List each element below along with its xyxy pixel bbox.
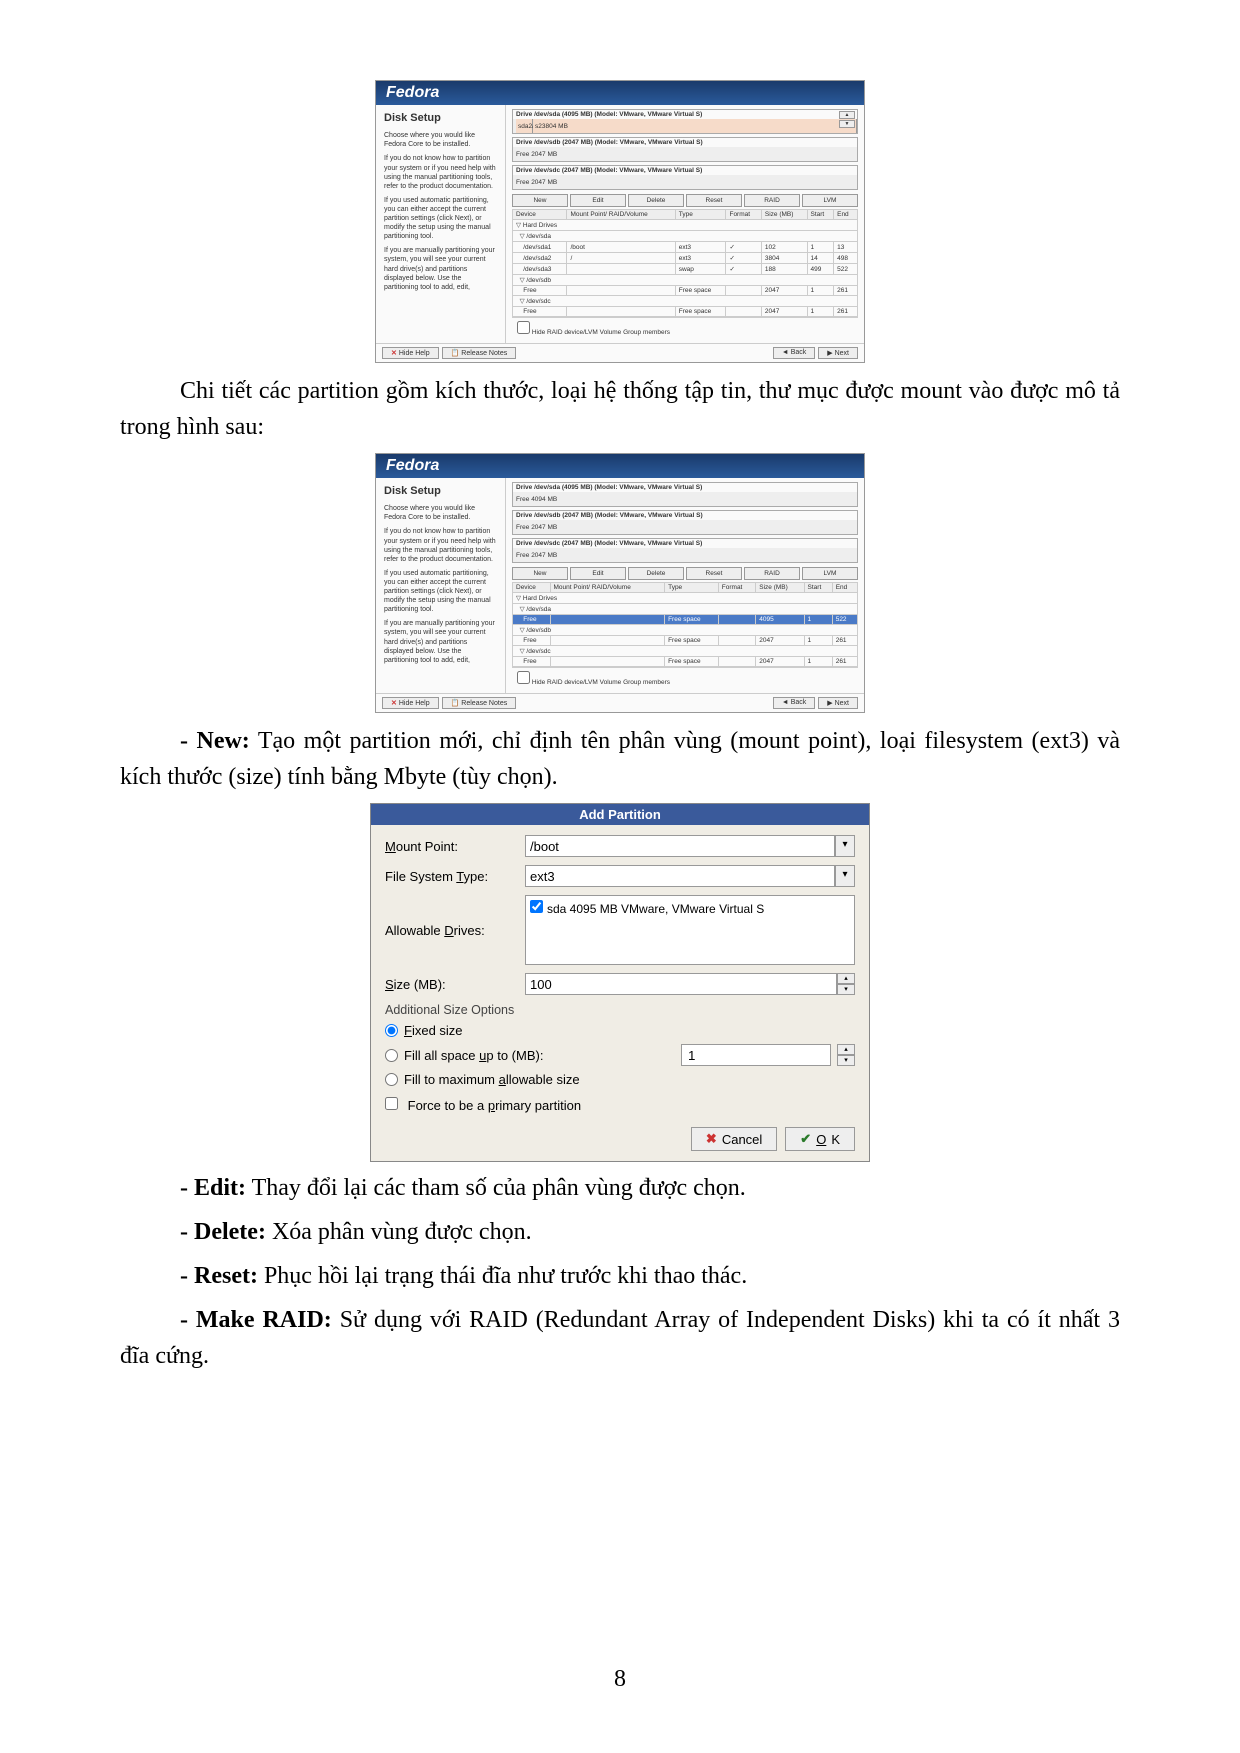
table-row[interactable]: /dev/sda3swap✓188499522 xyxy=(513,264,858,275)
drive-list[interactable]: sda 4095 MB VMware, VMware Virtual S xyxy=(525,895,855,965)
mount-point-input[interactable] xyxy=(525,835,835,857)
drive-checkbox-sda[interactable] xyxy=(530,900,543,913)
fedora-screenshot-2: Fedora Disk Setup Choose where you would… xyxy=(375,453,865,713)
new-button[interactable]: New xyxy=(512,567,568,580)
fstype-label: File System Type: xyxy=(385,869,525,884)
partition-table: Device Mount Point/ RAID/Volume Type For… xyxy=(512,582,858,667)
section-additional-size: Additional Size Options xyxy=(385,1003,855,1017)
table-row[interactable]: FreeFree space20471261 xyxy=(513,657,858,667)
reset-button[interactable]: Reset xyxy=(686,567,742,580)
paragraph-1: Chi tiết các partition gồm kích thước, l… xyxy=(120,373,1120,445)
table-row[interactable]: ▽ /dev/sdb xyxy=(513,275,858,286)
drive-bar-sdb: Drive /dev/sdb (2047 MB) (Model: VMware,… xyxy=(512,510,858,535)
edit-button[interactable]: Edit xyxy=(570,567,626,580)
next-button[interactable]: ▶ Next xyxy=(818,697,858,709)
table-row[interactable]: ▽ /dev/sda xyxy=(513,231,858,242)
table-row[interactable]: FreeFree space20471261 xyxy=(513,636,858,646)
size-input[interactable] xyxy=(525,973,837,995)
drive-bar-sdb: Drive /dev/sdb (2047 MB) (Model: VMware,… xyxy=(512,137,858,162)
paragraph-raid: - Make RAID: Sử dụng với RAID (Redundant… xyxy=(120,1302,1120,1374)
chevron-down-icon[interactable]: ▾ xyxy=(835,865,855,887)
table-row[interactable]: ▽ /dev/sda xyxy=(513,604,858,615)
partition-panel: Drive /dev/sda (4095 MB) (Model: VMware,… xyxy=(506,105,864,343)
hide-raid-checkbox[interactable] xyxy=(517,321,530,334)
add-partition-dialog: Add Partition Mount Point: ▾ File System… xyxy=(370,803,870,1162)
hide-help-button[interactable]: ✕Hide Help xyxy=(382,697,439,709)
drive-bar-sda: Drive /dev/sda (4095 MB) (Model: VMware,… xyxy=(512,482,858,507)
page-number: 8 xyxy=(0,1666,1240,1693)
reset-button[interactable]: Reset xyxy=(686,194,742,207)
table-row[interactable]: ▽ /dev/sdc xyxy=(513,296,858,307)
table-row[interactable]: ▽ /dev/sdb xyxy=(513,625,858,636)
drives-label: Allowable Drives: xyxy=(385,923,525,938)
cancel-button[interactable]: ✖ Cancel xyxy=(691,1127,777,1151)
drive-bar-sdc: Drive /dev/sdc (2047 MB) (Model: VMware,… xyxy=(512,538,858,563)
paragraph-edit: - Edit: Thay đổi lại các tham số của phâ… xyxy=(180,1170,1120,1206)
ok-icon: ✔ xyxy=(800,1131,811,1147)
release-notes-button[interactable]: 📋 Release Notes xyxy=(442,347,517,359)
ok-button[interactable]: ✔ OK xyxy=(785,1127,855,1151)
new-button[interactable]: New xyxy=(512,194,568,207)
panel-title: Disk Setup xyxy=(384,484,497,498)
paragraph-new: - New: Tạo một partition mới, chỉ định t… xyxy=(120,723,1120,795)
chevron-down-icon[interactable]: ▾ xyxy=(835,835,855,857)
fixed-size-radio[interactable] xyxy=(385,1024,398,1037)
back-button[interactable]: ◄ Back xyxy=(773,347,815,359)
help-panel: Disk Setup Choose where you would like F… xyxy=(376,105,506,343)
fedora-brand: Fedora xyxy=(376,81,864,105)
release-notes-button[interactable]: 📋 Release Notes xyxy=(442,697,517,709)
table-row[interactable]: ▽ /dev/sdc xyxy=(513,646,858,657)
table-row-selected[interactable]: FreeFree space40951522 xyxy=(513,615,858,625)
drive-bar-sdc: Drive /dev/sdc (2047 MB) (Model: VMware,… xyxy=(512,165,858,190)
table-row[interactable]: ▽ Hard Drives xyxy=(513,220,858,231)
fill-max-label: Fill to maximum allowable size xyxy=(404,1072,580,1087)
lvm-button[interactable]: LVM xyxy=(802,567,858,580)
table-row[interactable]: ▽ Hard Drives xyxy=(513,593,858,604)
fill-max-radio[interactable] xyxy=(385,1073,398,1086)
edit-button[interactable]: Edit xyxy=(570,194,626,207)
raid-button[interactable]: RAID xyxy=(744,567,800,580)
fill-up-input[interactable] xyxy=(681,1044,831,1066)
table-row[interactable]: /dev/sda2/ext3✓380414498 xyxy=(513,253,858,264)
fstype-input[interactable] xyxy=(525,865,835,887)
delete-button[interactable]: Delete xyxy=(628,194,684,207)
partition-table: Device Mount Point/ RAID/Volume Type For… xyxy=(512,209,858,317)
help-panel: Disk Setup Choose where you would like F… xyxy=(376,478,506,693)
paragraph-reset: - Reset: Phục hồi lại trạng thái đĩa như… xyxy=(180,1258,1120,1294)
fill-up-label: Fill all space up to (MB): xyxy=(404,1048,543,1063)
size-label: Size (MB): xyxy=(385,977,525,992)
hide-raid-checkbox[interactable] xyxy=(517,671,530,684)
primary-checkbox[interactable] xyxy=(385,1097,398,1110)
back-button[interactable]: ◄ Back xyxy=(773,697,815,709)
table-row[interactable]: FreeFree space20471261 xyxy=(513,307,858,317)
mount-point-label: Mount Point: xyxy=(385,839,525,854)
primary-label: Force to be a primary partition xyxy=(408,1098,581,1113)
fill-up-spinner[interactable]: ▴▾ xyxy=(837,1044,855,1066)
paragraph-delete: - Delete: Xóa phân vùng được chọn. xyxy=(180,1214,1120,1250)
hide-help-button[interactable]: ✕Hide Help xyxy=(382,347,439,359)
next-button[interactable]: ▶ Next xyxy=(818,347,858,359)
fill-up-radio[interactable] xyxy=(385,1049,398,1062)
fedora-screenshot-1: Fedora Disk Setup Choose where you would… xyxy=(375,80,865,363)
lvm-button[interactable]: LVM xyxy=(802,194,858,207)
table-row[interactable]: /dev/sda1/bootext3✓102113 xyxy=(513,242,858,253)
dialog-title: Add Partition xyxy=(371,804,869,825)
fixed-size-label: Fixed size xyxy=(404,1023,463,1038)
raid-button[interactable]: RAID xyxy=(744,194,800,207)
drive-bar-sda: Drive /dev/sda (4095 MB) (Model: VMware,… xyxy=(512,109,858,134)
partition-panel: Drive /dev/sda (4095 MB) (Model: VMware,… xyxy=(506,478,864,693)
panel-title: Disk Setup xyxy=(384,111,497,125)
delete-button[interactable]: Delete xyxy=(628,567,684,580)
size-spinner[interactable]: ▴▾ xyxy=(837,973,855,995)
cancel-icon: ✖ xyxy=(706,1131,717,1147)
fedora-brand: Fedora xyxy=(376,454,864,478)
table-row[interactable]: FreeFree space20471261 xyxy=(513,286,858,296)
